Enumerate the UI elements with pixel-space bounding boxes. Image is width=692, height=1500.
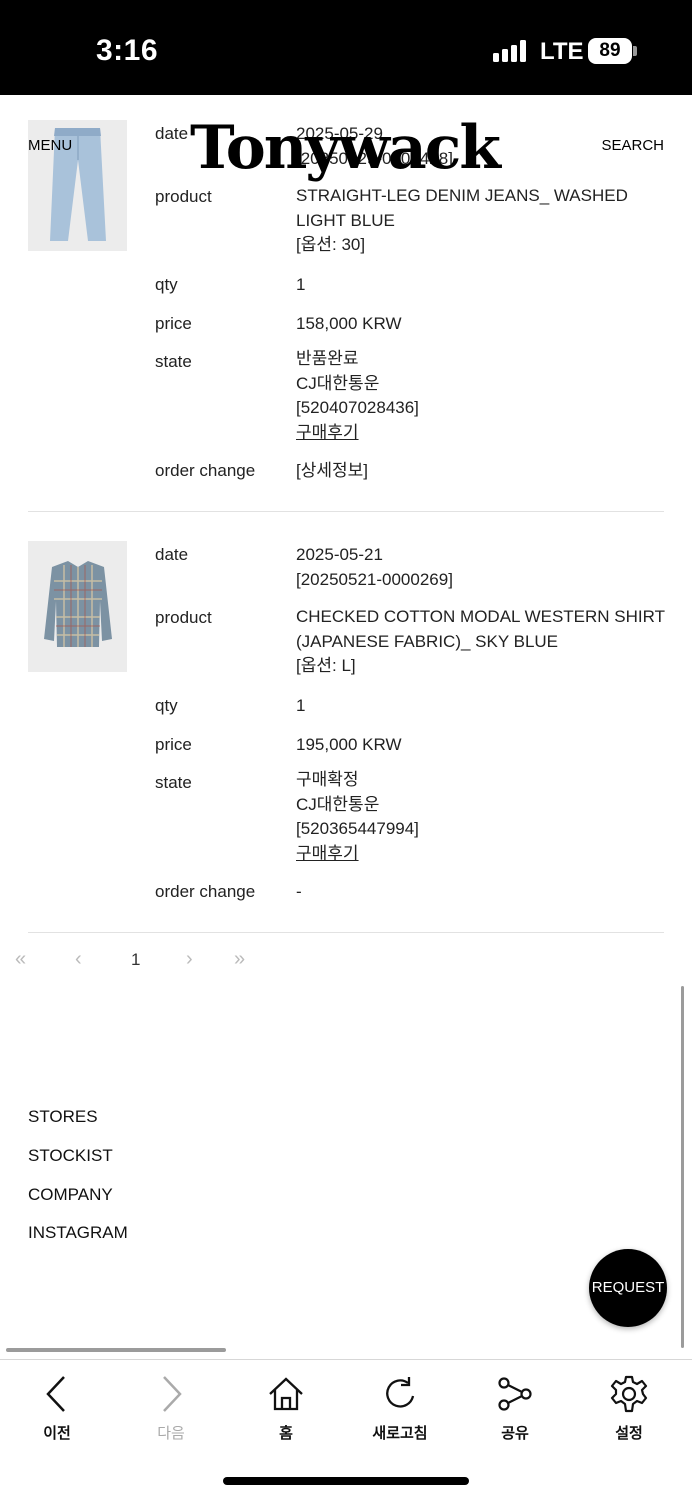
home-label: 홈	[279, 1425, 293, 1442]
request-button[interactable]: REQUEST	[589, 1249, 667, 1327]
back-label: 이전	[43, 1425, 71, 1442]
product-option: [옵션: 30]	[296, 235, 366, 254]
courier-name: CJ대한통운	[296, 373, 380, 393]
forward-button[interactable]: 다음	[126, 1374, 216, 1443]
footer-company-link[interactable]: COMPANY	[28, 1185, 113, 1205]
back-button[interactable]: 이전	[12, 1374, 102, 1443]
footer-instagram-link[interactable]: INSTAGRAM	[28, 1223, 128, 1243]
status-time: 3:16	[96, 34, 159, 67]
tracking-number[interactable]: [520407028436]	[296, 396, 666, 421]
order-change-value: -	[296, 882, 302, 901]
price-label: price	[155, 735, 192, 754]
product-option: [옵션: L]	[296, 656, 356, 675]
search-button[interactable]: SEARCH	[601, 137, 664, 154]
product-image-shirt[interactable]	[28, 541, 127, 672]
date-label: date	[155, 545, 189, 564]
state-label: state	[155, 773, 192, 792]
divider	[28, 511, 664, 512]
order-date: 2025-05-21 [20250521-0000269]	[296, 543, 666, 592]
gear-icon	[610, 1375, 648, 1413]
status-bar: 3:16 LTE 89	[0, 0, 692, 95]
product-name[interactable]: CHECKED COTTON MODAL WESTERN SHIRT (JAPA…	[296, 605, 666, 679]
review-link[interactable]: 구매후기	[296, 842, 666, 867]
settings-button[interactable]: 설정	[584, 1374, 674, 1443]
state-value: 반품완료 CJ대한통운 [520407028436] 구매후기	[296, 347, 666, 445]
site-logo[interactable]: Tonywack	[190, 113, 501, 183]
next-page-icon[interactable]: ›	[186, 948, 193, 971]
price-label: price	[155, 314, 192, 333]
footer-stockist-link[interactable]: STOCKIST	[28, 1146, 113, 1166]
price-value: 195,000 KRW	[296, 735, 402, 754]
refresh-button[interactable]: 새로고침	[355, 1374, 445, 1443]
date-value: 2025-05-21	[296, 545, 383, 564]
divider	[28, 932, 664, 933]
product-name-line: LIGHT BLUE	[296, 210, 395, 230]
order-status: 구매확정	[296, 770, 359, 789]
share-icon	[498, 1377, 532, 1411]
forward-label: 다음	[157, 1425, 185, 1442]
order-number[interactable]: [20250521-0000269]	[296, 568, 666, 593]
signal-icon	[493, 40, 529, 62]
review-link[interactable]: 구매후기	[296, 421, 666, 446]
horizontal-scrollbar[interactable]	[6, 1348, 226, 1352]
product-label: product	[155, 608, 212, 627]
vertical-scrollbar[interactable]	[681, 986, 684, 1348]
network-label: LTE	[540, 38, 584, 65]
state-label: state	[155, 352, 192, 371]
qty-value: 1	[296, 275, 306, 294]
share-button[interactable]: 공유	[470, 1374, 560, 1443]
settings-label: 설정	[615, 1425, 643, 1442]
page-number[interactable]: 1	[131, 950, 140, 970]
qty-label: qty	[155, 275, 178, 294]
battery-tip	[633, 46, 637, 56]
home-icon	[269, 1377, 303, 1411]
price-value: 158,000 KRW	[296, 314, 402, 333]
pagination: « ‹ 1 › »	[0, 948, 692, 978]
chevron-left-icon	[46, 1376, 65, 1412]
refresh-label: 새로고침	[372, 1425, 428, 1442]
menu-button[interactable]: MENU	[28, 137, 72, 154]
battery-icon: 89	[588, 38, 632, 64]
product-name-line: (JAPANESE FABRIC)_ SKY BLUE	[296, 631, 559, 651]
order-item: date 2025-05-21 [20250521-0000269] produ…	[28, 541, 666, 911]
home-indicator	[223, 1477, 469, 1485]
qty-value: 1	[296, 696, 306, 715]
state-value: 구매확정 CJ대한통운 [520365447994] 구매후기	[296, 768, 666, 866]
home-button[interactable]: 홈	[241, 1374, 331, 1443]
share-label: 공유	[501, 1425, 529, 1442]
last-page-icon[interactable]: »	[234, 948, 245, 971]
product-name-line: CHECKED COTTON MODAL WESTERN SHIRT	[296, 607, 665, 626]
order-change-label: order change	[155, 461, 256, 480]
site-header: MENU Tonywack SEARCH	[0, 95, 692, 205]
chevron-right-icon	[163, 1376, 182, 1412]
order-change-label: order change	[155, 882, 256, 901]
refresh-icon	[386, 1377, 415, 1408]
prev-page-icon[interactable]: ‹	[75, 948, 82, 971]
detail-link[interactable]: [상세정보]	[296, 459, 666, 484]
first-page-icon[interactable]: «	[15, 948, 26, 971]
qty-label: qty	[155, 696, 178, 715]
footer-stores-link[interactable]: STORES	[28, 1107, 98, 1127]
courier-name: CJ대한통운	[296, 794, 380, 814]
tracking-number[interactable]: [520365447994]	[296, 817, 666, 842]
order-status: 반품완료	[296, 349, 359, 368]
